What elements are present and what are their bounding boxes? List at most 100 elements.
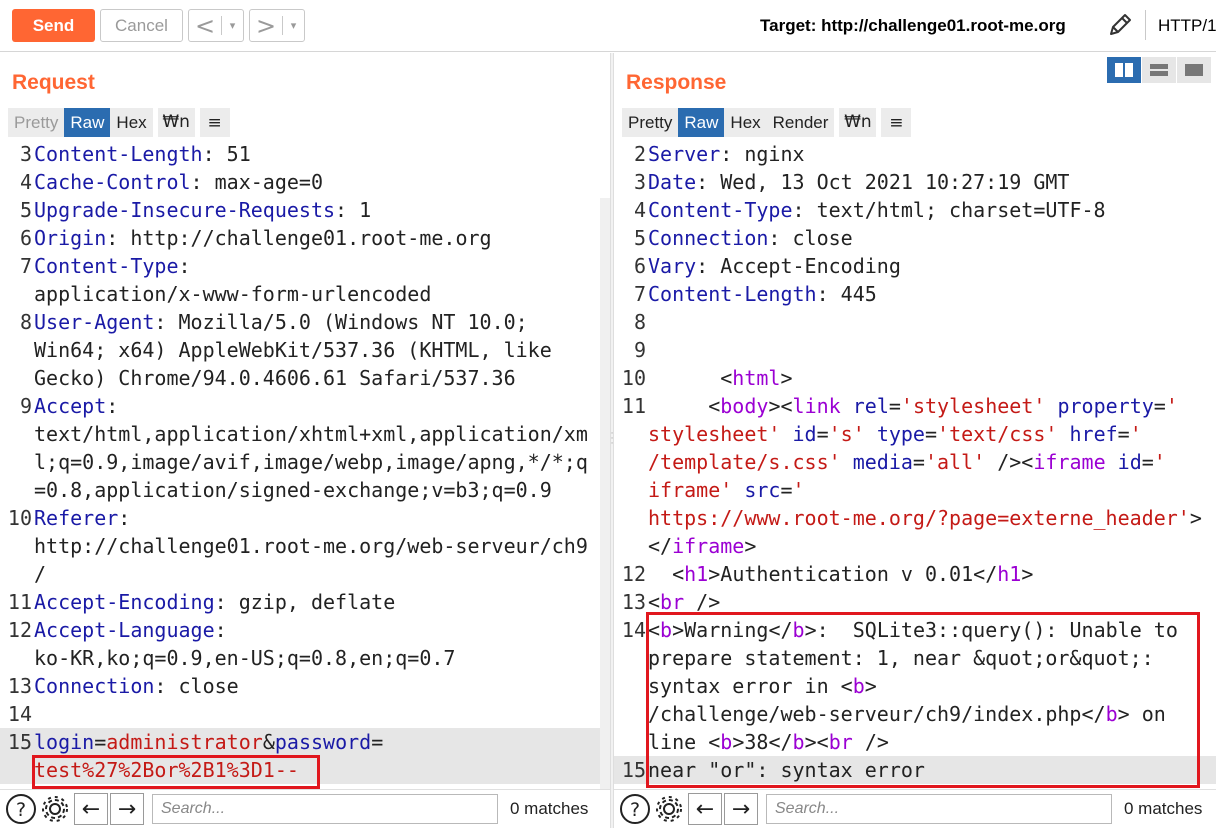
request-line: 10 Referer: xyxy=(0,504,600,532)
back-history-button[interactable]: < ▾ xyxy=(188,9,244,42)
header-value: : 445 xyxy=(816,282,877,306)
protocol-label[interactable]: HTTP/1 xyxy=(1158,16,1216,36)
pencil-icon[interactable] xyxy=(1105,10,1135,40)
line-number xyxy=(0,336,34,364)
response-line: 5 Connection: close xyxy=(614,224,1216,252)
svg-text:?: ? xyxy=(16,799,26,821)
header-value: : close xyxy=(154,674,239,698)
line-number: 13 xyxy=(7,674,32,698)
header-value: : http://challenge01.root-me.org xyxy=(106,226,492,250)
header-value: ko-KR,ko;q=0.9,en-US;q=0.8,en;q=0.7 xyxy=(34,646,456,670)
response-search-input[interactable]: Search... xyxy=(766,794,1112,824)
header-name: Content-Length xyxy=(648,282,817,306)
request-scrollbar[interactable] xyxy=(600,198,610,828)
header-value: : xyxy=(106,394,119,418)
response-line: 10 <html> xyxy=(621,366,793,390)
help-icon[interactable]: ? xyxy=(618,792,652,826)
header-value: : Accept-Encoding xyxy=(696,254,901,278)
next-match-button[interactable]: → xyxy=(724,793,758,825)
menu-icon[interactable]: ≡ xyxy=(199,108,230,137)
toggle-newlines-button[interactable]: ₩n xyxy=(157,108,195,137)
header-value: : text/html; charset=UTF-8 xyxy=(792,198,1106,222)
response-line: 2 Server: nginx xyxy=(614,140,1216,168)
header-name: Accept xyxy=(34,394,107,418)
request-line: 5 Upgrade-Insecure-Requests: 1 xyxy=(0,196,600,224)
chevron-down-icon[interactable]: ▾ xyxy=(222,19,243,32)
tab-hex[interactable]: Hex xyxy=(110,108,153,137)
header-value: : max-age=0 xyxy=(190,170,323,194)
menu-icon[interactable]: ≡ xyxy=(881,108,912,137)
layout-toggles xyxy=(1107,57,1212,83)
line-number: 3 xyxy=(19,142,32,166)
request-line: ko-KR,ko;q=0.9,en-US;q=0.8,en;q=0.7 xyxy=(0,644,600,672)
response-line: 4 Content-Type: text/html; charset=UTF-8 xyxy=(614,196,1216,224)
request-line: text/html,application/xhtml+xml,applicat… xyxy=(0,420,600,448)
header-value: Gecko) Chrome/94.0.4606.61 Safari/537.36 xyxy=(34,366,516,390)
request-line: application/x-www-form-urlencoded xyxy=(0,280,600,308)
header-value: : xyxy=(214,618,227,642)
request-line: 12 Accept-Language: xyxy=(0,616,600,644)
request-line: 9 Accept: xyxy=(0,392,600,420)
header-value: : 1 xyxy=(335,198,372,222)
response-line: 9 xyxy=(614,336,1216,364)
response-title: Response xyxy=(626,71,727,94)
header-name: Accept-Language xyxy=(34,618,215,642)
forward-history-button[interactable]: > ▾ xyxy=(249,9,305,42)
request-line: / xyxy=(0,560,600,588)
next-match-button[interactable]: → xyxy=(110,793,144,825)
gear-icon[interactable] xyxy=(38,792,72,826)
tab-pretty[interactable]: Pretty xyxy=(8,108,65,137)
line-number xyxy=(0,532,34,560)
line-number: 6 xyxy=(19,226,32,250)
request-line: 7 Content-Type: xyxy=(0,252,600,280)
cancel-button[interactable]: Cancel xyxy=(100,9,183,42)
tab-raw[interactable]: Raw xyxy=(678,108,725,137)
line-number xyxy=(0,280,34,308)
line-number: 12 xyxy=(7,618,32,642)
line-number xyxy=(0,644,34,672)
request-pane: Request Pretty Raw Hex ₩n ≡ 3 Content-Len… xyxy=(0,53,610,828)
header-value: : nginx xyxy=(720,142,805,166)
header-name: Server xyxy=(648,142,721,166)
gear-icon[interactable] xyxy=(652,792,686,826)
header-name: Content-Type xyxy=(648,198,793,222)
header-value: =0.8,application/signed-exchange;v=b3;q=… xyxy=(34,478,552,502)
tabbed-layout-icon[interactable] xyxy=(1177,57,1211,83)
line-number: 11 xyxy=(7,590,32,614)
request-title: Request xyxy=(12,71,95,94)
request-search-input[interactable]: Search... xyxy=(152,794,498,824)
header-value: text/html,application/xhtml+xml,applicat… xyxy=(34,422,588,446)
request-editor[interactable]: 3 Content-Length: 51 4 Cache-Control: max-a… xyxy=(0,140,600,790)
side-by-side-layout-icon[interactable] xyxy=(1107,57,1141,83)
header-value: : xyxy=(118,506,131,530)
request-payload-line: test%27%2Bor%2B1%3D1-- xyxy=(0,756,600,784)
toggle-newlines-button[interactable]: ₩n xyxy=(839,108,877,137)
tab-raw[interactable]: Raw xyxy=(64,108,111,137)
header-name: Origin xyxy=(34,226,107,250)
line-number xyxy=(0,448,34,476)
header-value: / xyxy=(34,562,47,586)
tab-pretty[interactable]: Pretty xyxy=(622,108,679,137)
response-editor[interactable]: 2 Server: nginx 3 Date: Wed, 13 Oct 2021 10… xyxy=(614,140,1216,790)
injection-payload: test%27%2Bor%2B1%3D1-- xyxy=(34,758,299,782)
previous-match-button[interactable]: ← xyxy=(74,793,108,825)
tab-render[interactable]: Render xyxy=(766,108,835,137)
sql-error-message-line: 15 near "or": syntax error xyxy=(614,756,1216,784)
line-number: 8 xyxy=(19,310,32,334)
line-number: 14 xyxy=(7,702,32,726)
request-search-bar: ? ← → Search... 0 matches xyxy=(0,789,610,828)
help-icon[interactable]: ? xyxy=(4,792,38,826)
svg-text:?: ? xyxy=(630,799,640,821)
response-search-bar: ? ← → Search... 0 matches xyxy=(614,789,1216,828)
send-button[interactable]: Send xyxy=(12,9,95,42)
top-bottom-layout-icon[interactable] xyxy=(1142,57,1176,83)
header-value: l;q=0.9,image/avif,image/webp,image/apng… xyxy=(34,450,588,474)
line-number: 10 xyxy=(7,506,32,530)
chevron-down-icon[interactable]: ▾ xyxy=(283,19,304,32)
header-name: Connection xyxy=(648,226,769,250)
tab-hex[interactable]: Hex xyxy=(724,108,767,137)
header-name: User-Agent xyxy=(34,310,155,334)
response-line: 12 <h1>Authentication v 0.01</h1> xyxy=(621,562,1034,586)
previous-match-button[interactable]: ← xyxy=(688,793,722,825)
header-value: : Mozilla/5.0 (Windows NT 10.0; xyxy=(154,310,528,334)
